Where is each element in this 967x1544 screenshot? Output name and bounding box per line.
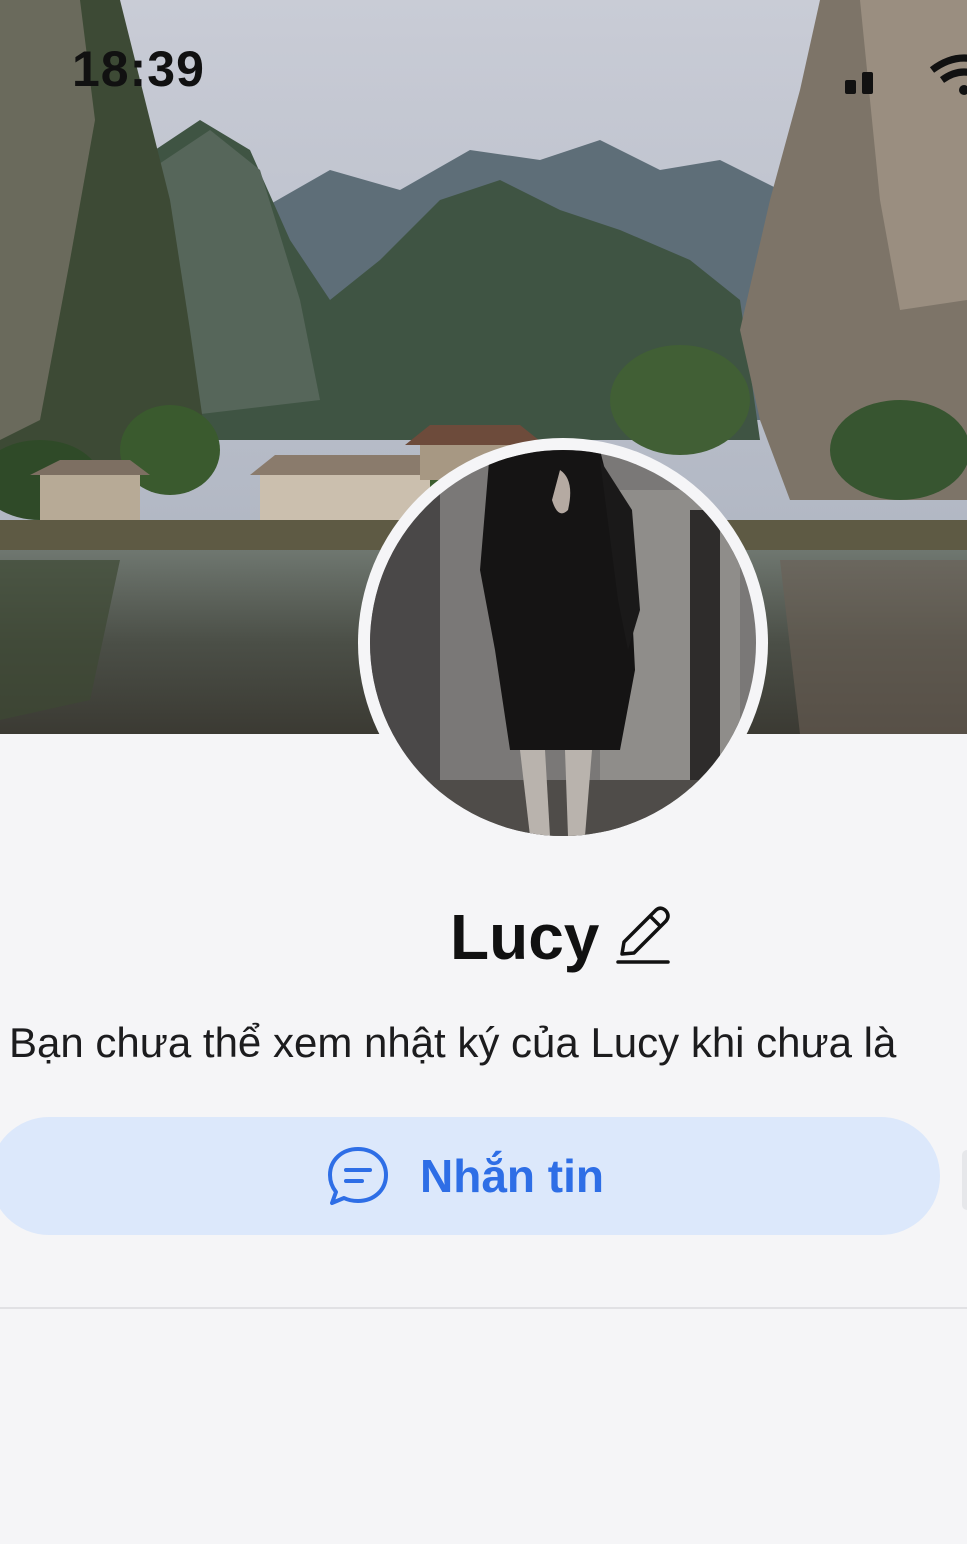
divider <box>0 1307 967 1309</box>
profile-name: Lucy <box>450 901 600 973</box>
signal-icon <box>845 72 873 94</box>
message-label: Nhắn tin <box>420 1150 604 1202</box>
profile-header: Lucy <box>0 898 967 978</box>
status-time: 18:39 <box>72 41 205 97</box>
chat-bubble-icon <box>328 1147 388 1205</box>
secondary-button-edge[interactable] <box>962 1150 967 1210</box>
diary-notice: Bạn chưa thể xem nhật ký của Lucy khi ch… <box>9 1019 897 1066</box>
avatar[interactable] <box>358 438 768 848</box>
message-button[interactable]: Nhắn tin <box>0 1117 940 1235</box>
wifi-icon <box>929 54 967 95</box>
pencil-icon[interactable] <box>612 904 672 966</box>
